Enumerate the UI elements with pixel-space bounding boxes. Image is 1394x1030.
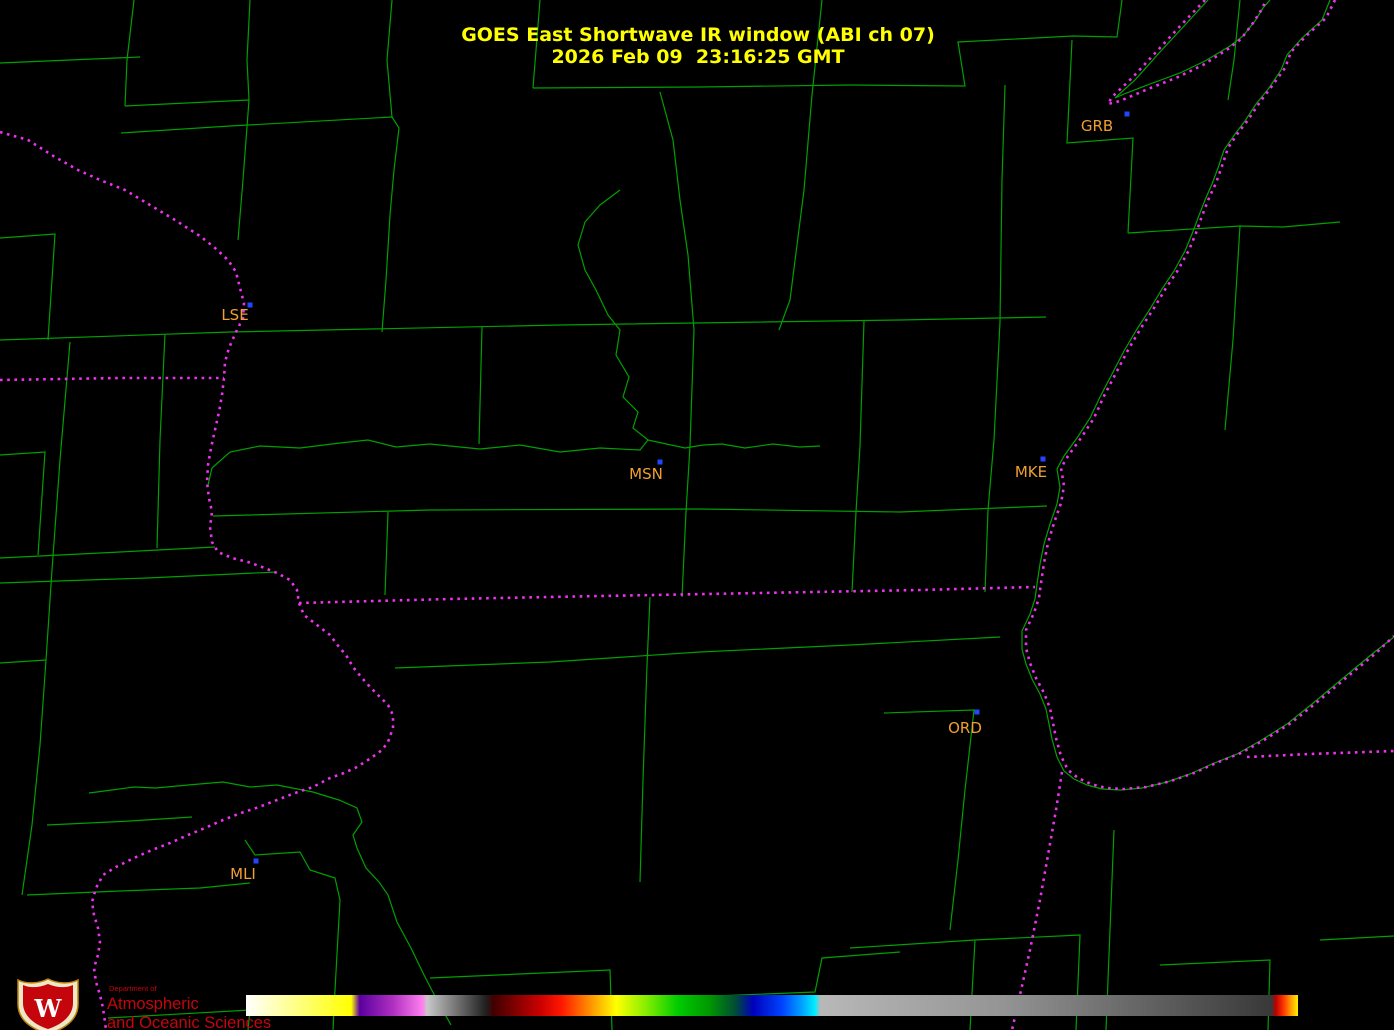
satellite-map: GRB LSE MSN MKE ORD MLI GOES East Shortwave I… xyxy=(0,0,1394,1030)
county-boundary-line xyxy=(0,660,46,663)
state-border-dotted-line xyxy=(1247,751,1394,757)
city-marker-msn xyxy=(658,460,663,465)
image-timestamp: 2026 Feb 09 23:16:25 GMT xyxy=(551,46,844,68)
county-boundary-line xyxy=(208,190,648,485)
city-marker-mke xyxy=(1041,457,1046,462)
county-boundaries-layer xyxy=(0,0,1394,1030)
county-boundary-line xyxy=(125,0,134,106)
county-boundary-line xyxy=(382,0,399,332)
city-label-ord: ORD xyxy=(948,719,982,737)
county-boundary-line xyxy=(395,637,1000,668)
county-boundary-line xyxy=(1067,40,1133,233)
county-boundary-line xyxy=(1228,0,1240,100)
county-boundary-line xyxy=(884,710,974,930)
county-boundary-line xyxy=(852,321,864,592)
county-boundary-line xyxy=(188,782,451,1025)
county-boundary-line xyxy=(0,572,277,583)
county-boundary-line xyxy=(479,327,482,444)
county-boundary-line xyxy=(970,940,975,1030)
county-boundary-line xyxy=(0,547,215,558)
city-marker-ord xyxy=(975,710,980,715)
county-boundary-line xyxy=(0,234,55,340)
state-border-dotted-line xyxy=(299,587,1035,603)
city-label-msn: MSN xyxy=(629,465,663,483)
county-boundary-line xyxy=(1320,936,1394,940)
county-boundary-line xyxy=(238,100,249,240)
city-markers-layer: GRB LSE MSN MKE ORD MLI xyxy=(221,112,1129,884)
county-boundary-line xyxy=(648,440,820,448)
county-boundary-line xyxy=(247,0,250,100)
state-border-dotted-line xyxy=(1108,0,1266,104)
county-boundary-line xyxy=(640,597,650,882)
crest-letter: W xyxy=(34,994,63,1023)
city-label-mke: MKE xyxy=(1015,463,1047,481)
county-boundary-line xyxy=(125,100,249,106)
logo-name-line2: and Oceanic Sciences xyxy=(107,1014,271,1030)
county-boundary-line xyxy=(47,817,192,825)
county-boundary-line xyxy=(1022,0,1394,790)
county-boundary-line xyxy=(1128,222,1340,233)
logo-dept-label: Department of xyxy=(109,984,157,993)
city-label-lse: LSE xyxy=(221,306,248,324)
satellite-image-viewer: GRB LSE MSN MKE ORD MLI GOES East Shortwave I… xyxy=(0,0,1394,1030)
city-label-grb: GRB xyxy=(1081,117,1113,135)
county-boundary-line xyxy=(1115,0,1270,98)
county-boundary-line xyxy=(985,85,1005,592)
county-boundary-line xyxy=(0,452,45,555)
state-border-dotted-line xyxy=(0,378,224,380)
state-borders-layer xyxy=(0,0,1394,1030)
county-boundary-line xyxy=(27,883,250,895)
uw-aos-logo: W Department of Atmospheric and Oceanic … xyxy=(18,979,271,1030)
state-border-dotted-line xyxy=(1012,772,1062,1030)
image-title: GOES East Shortwave IR window (ABI ch 07… xyxy=(461,24,935,46)
city-label-mli: MLI xyxy=(230,865,256,883)
county-boundary-line xyxy=(385,512,388,595)
temperature-colorbar xyxy=(246,995,1298,1016)
city-marker-grb xyxy=(1125,112,1130,117)
county-boundary-line xyxy=(157,334,165,548)
county-boundary-line xyxy=(0,57,140,63)
logo-name-line1: Atmospheric xyxy=(107,995,199,1013)
county-boundary-line xyxy=(213,506,1047,516)
city-marker-mli xyxy=(254,859,259,864)
county-boundary-line xyxy=(1225,226,1240,430)
county-boundary-line xyxy=(660,92,694,597)
county-boundary-line xyxy=(121,117,392,133)
county-boundary-line xyxy=(89,785,188,793)
county-boundary-line xyxy=(612,952,900,1000)
county-boundary-line xyxy=(22,342,70,895)
county-boundary-line xyxy=(0,317,1046,340)
